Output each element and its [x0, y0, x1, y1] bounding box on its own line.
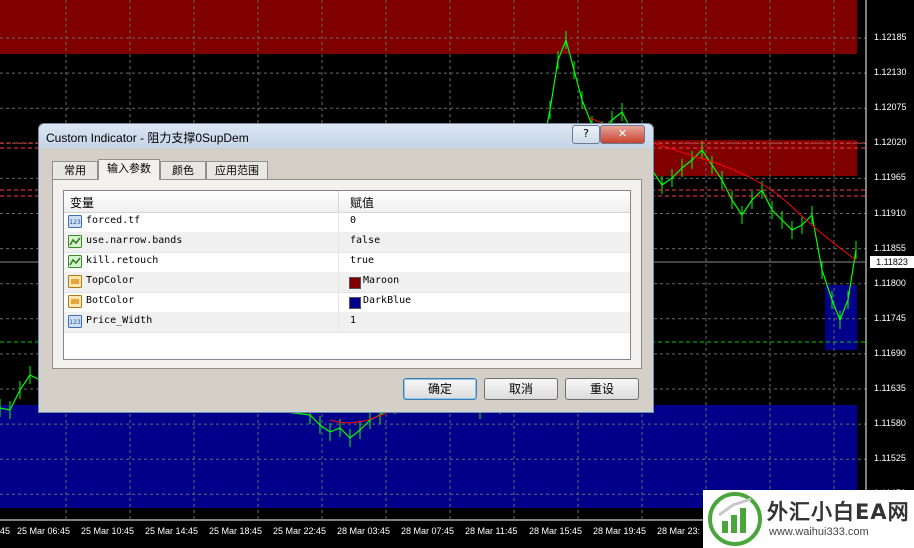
watermark-logo: 外汇小白EA网 www.waihui333.com — [703, 490, 914, 548]
watermark-title: 外汇小白EA网 — [767, 500, 910, 524]
time-axis-label: 25 Mar 22:45 — [273, 526, 327, 536]
time-axis-label: 28 Mar 19:45 — [593, 526, 647, 536]
ok-button[interactable]: 确定 — [403, 378, 477, 400]
price-axis-label: 1.11855 — [874, 242, 906, 253]
param-value[interactable]: false — [350, 235, 380, 246]
svg-text:123: 123 — [69, 219, 81, 226]
price-axis-label: 1.11690 — [874, 347, 906, 358]
inputs-grid[interactable]: 变量 赋值 123 forced.tf 0 use.narrow.bands f… — [63, 190, 631, 360]
current-price-label: 1.11823 — [870, 256, 914, 268]
param-name: forced.tf — [86, 215, 141, 226]
price-axis-label: 1.12020 — [874, 137, 907, 148]
param-name: BotColor — [86, 295, 135, 306]
price-axis-label: 1.11800 — [874, 277, 906, 288]
price-axis-label: 1.11745 — [874, 312, 906, 323]
close-button[interactable]: ✕ — [600, 125, 645, 144]
svg-text:123: 123 — [69, 319, 81, 326]
color-icon — [68, 295, 82, 308]
header-variable[interactable]: 变量 — [70, 194, 94, 211]
time-axis-label: 28 Mar 15:45 — [529, 526, 583, 536]
price-axis-label: 1.11965 — [874, 172, 906, 183]
grid-row-bot-color[interactable]: BotColor DarkBlue — [64, 292, 630, 313]
param-value[interactable]: DarkBlue — [363, 295, 411, 306]
integer-icon: 123 — [68, 215, 82, 228]
param-name: use.narrow.bands — [86, 235, 183, 246]
time-axis-label: 25 Mar 06:45 — [17, 526, 71, 536]
grid-row-kill-retouch[interactable]: kill.retouch true — [64, 252, 630, 273]
logo-mark-icon — [708, 492, 762, 546]
time-axis-label: 25 Mar 10:45 — [81, 526, 135, 536]
param-value[interactable]: true — [350, 255, 374, 266]
param-value[interactable]: Maroon — [363, 275, 399, 286]
resistance-zone-top — [0, 0, 857, 54]
param-name: Price_Width — [86, 315, 153, 326]
grid-row-top-color[interactable]: TopColor Maroon — [64, 272, 630, 293]
inputs-panel: 变量 赋值 123 forced.tf 0 use.narrow.bands f… — [52, 179, 642, 369]
dialog-titlebar[interactable]: Custom Indicator - 阻力支撑0SupDem ? ✕ — [39, 124, 653, 148]
grid-row-forced-tf[interactable]: 123 forced.tf 0 — [64, 212, 630, 233]
param-value[interactable]: 1 — [350, 315, 356, 326]
price-axis-label: 1.11635 — [874, 383, 906, 393]
color-swatch — [349, 297, 361, 309]
time-axis-label: 28 Mar 23: — [657, 526, 701, 536]
grid-row-use-narrow-bands[interactable]: use.narrow.bands false — [64, 232, 630, 253]
time-axis-label: 45 — [0, 526, 11, 536]
time-axis-label: 28 Mar 07:45 — [401, 526, 455, 536]
time-axis-label: 28 Mar 03:45 — [337, 526, 391, 536]
tab-visualization[interactable]: 应用范围 — [206, 161, 268, 179]
help-button[interactable]: ? — [572, 125, 600, 144]
color-swatch — [349, 277, 361, 289]
dialog-title: Custom Indicator - 阻力支撑0SupDem — [46, 131, 249, 145]
price-axis-label: 1.11525 — [874, 453, 906, 464]
time-axis-label: 25 Mar 18:45 — [209, 526, 263, 536]
price-axis-label: 1.12185 — [874, 32, 907, 42]
watermark-url: www.waihui333.com — [769, 526, 869, 538]
param-value[interactable]: 0 — [350, 215, 356, 226]
custom-indicator-dialog: Custom Indicator - 阻力支撑0SupDem ? ✕ 常用 输入… — [38, 123, 654, 413]
tab-inputs[interactable]: 输入参数 — [98, 159, 160, 180]
header-value[interactable]: 赋值 — [350, 194, 374, 211]
cancel-button[interactable]: 取消 — [484, 378, 558, 400]
grid-row-price-width[interactable]: 123 Price_Width 1 — [64, 312, 630, 333]
time-axis-label: 28 Mar 11:45 — [465, 526, 518, 536]
boolean-icon — [68, 255, 82, 268]
tab-common[interactable]: 常用 — [52, 161, 98, 179]
param-name: TopColor — [86, 275, 135, 286]
resistance-zone-right — [652, 140, 857, 176]
price-axis-label: 1.11910 — [874, 207, 906, 218]
reset-button[interactable]: 重设 — [565, 378, 639, 400]
price-axis-label: 1.12075 — [874, 102, 907, 113]
price-axis-label: 1.12130 — [874, 67, 907, 78]
boolean-icon — [68, 235, 82, 248]
time-axis-label: 25 Mar 14:45 — [145, 526, 199, 536]
price-axis-label: 1.11580 — [874, 418, 906, 429]
param-name: kill.retouch — [86, 255, 159, 266]
integer-icon: 123 — [68, 315, 82, 328]
color-icon — [68, 275, 82, 288]
grid-header: 变量 赋值 — [64, 191, 630, 213]
tab-colors[interactable]: 颜色 — [160, 161, 206, 179]
